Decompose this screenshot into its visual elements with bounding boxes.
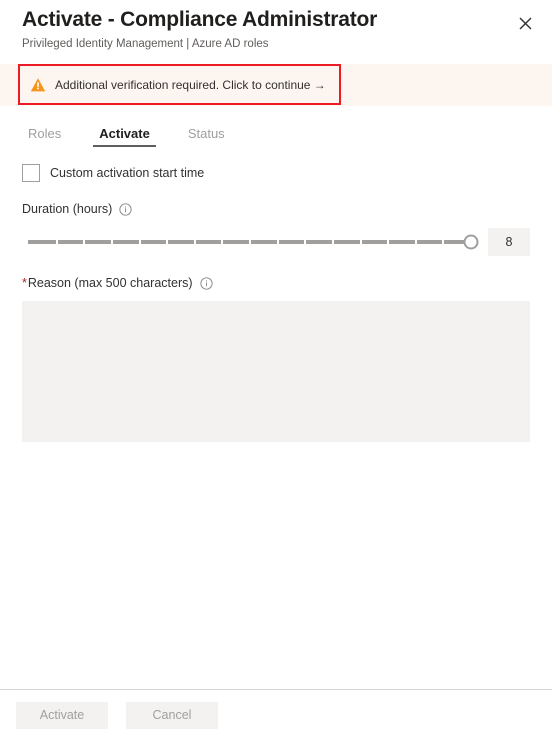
info-circle-icon[interactable] (199, 276, 213, 290)
additional-verification-link[interactable]: Additional verification required. Click … (18, 64, 341, 105)
duration-slider-row: 8 (22, 228, 530, 256)
warning-triangle-icon (30, 77, 46, 91)
breadcrumb: Privileged Identity Management | Azure A… (22, 38, 269, 50)
tab-roles[interactable]: Roles (22, 125, 67, 147)
tab-activate[interactable]: Activate (93, 125, 156, 147)
duration-value[interactable]: 8 (488, 228, 530, 256)
reason-label: Reason (max 500 characters) (27, 276, 193, 290)
reason-label-row: * Reason (max 500 characters) (22, 275, 530, 291)
verification-banner-text: Additional verification required. Click … (55, 77, 326, 92)
reason-required-marker: * (22, 276, 27, 290)
duration-label: Duration (hours) (22, 202, 113, 216)
duration-slider[interactable] (22, 231, 479, 253)
close-icon[interactable] (512, 10, 538, 36)
verification-banner: Additional verification required. Click … (0, 64, 552, 106)
reason-input[interactable] (22, 301, 530, 442)
info-circle-icon[interactable] (119, 202, 132, 216)
cancel-button[interactable]: Cancel (126, 701, 218, 729)
activate-form: Custom activation start time Duration (h… (0, 164, 552, 442)
panel-header: Activate - Compliance Administrator Priv… (0, 0, 552, 52)
tab-status[interactable]: Status (182, 125, 231, 147)
duration-label-row: Duration (hours) (22, 201, 530, 217)
activate-button[interactable]: Activate (16, 701, 108, 729)
custom-start-time-label: Custom activation start time (50, 166, 205, 180)
page-title: Activate - Compliance Administrator (22, 8, 378, 31)
duration-slider-track (28, 240, 472, 244)
tab-bar: Roles Activate Status (0, 125, 552, 147)
custom-start-time-checkbox[interactable] (22, 164, 40, 182)
duration-slider-thumb[interactable] (463, 234, 479, 250)
close-glyph (519, 17, 531, 29)
action-bar: Activate Cancel (0, 689, 552, 740)
custom-start-time-row[interactable]: Custom activation start time (22, 164, 204, 182)
